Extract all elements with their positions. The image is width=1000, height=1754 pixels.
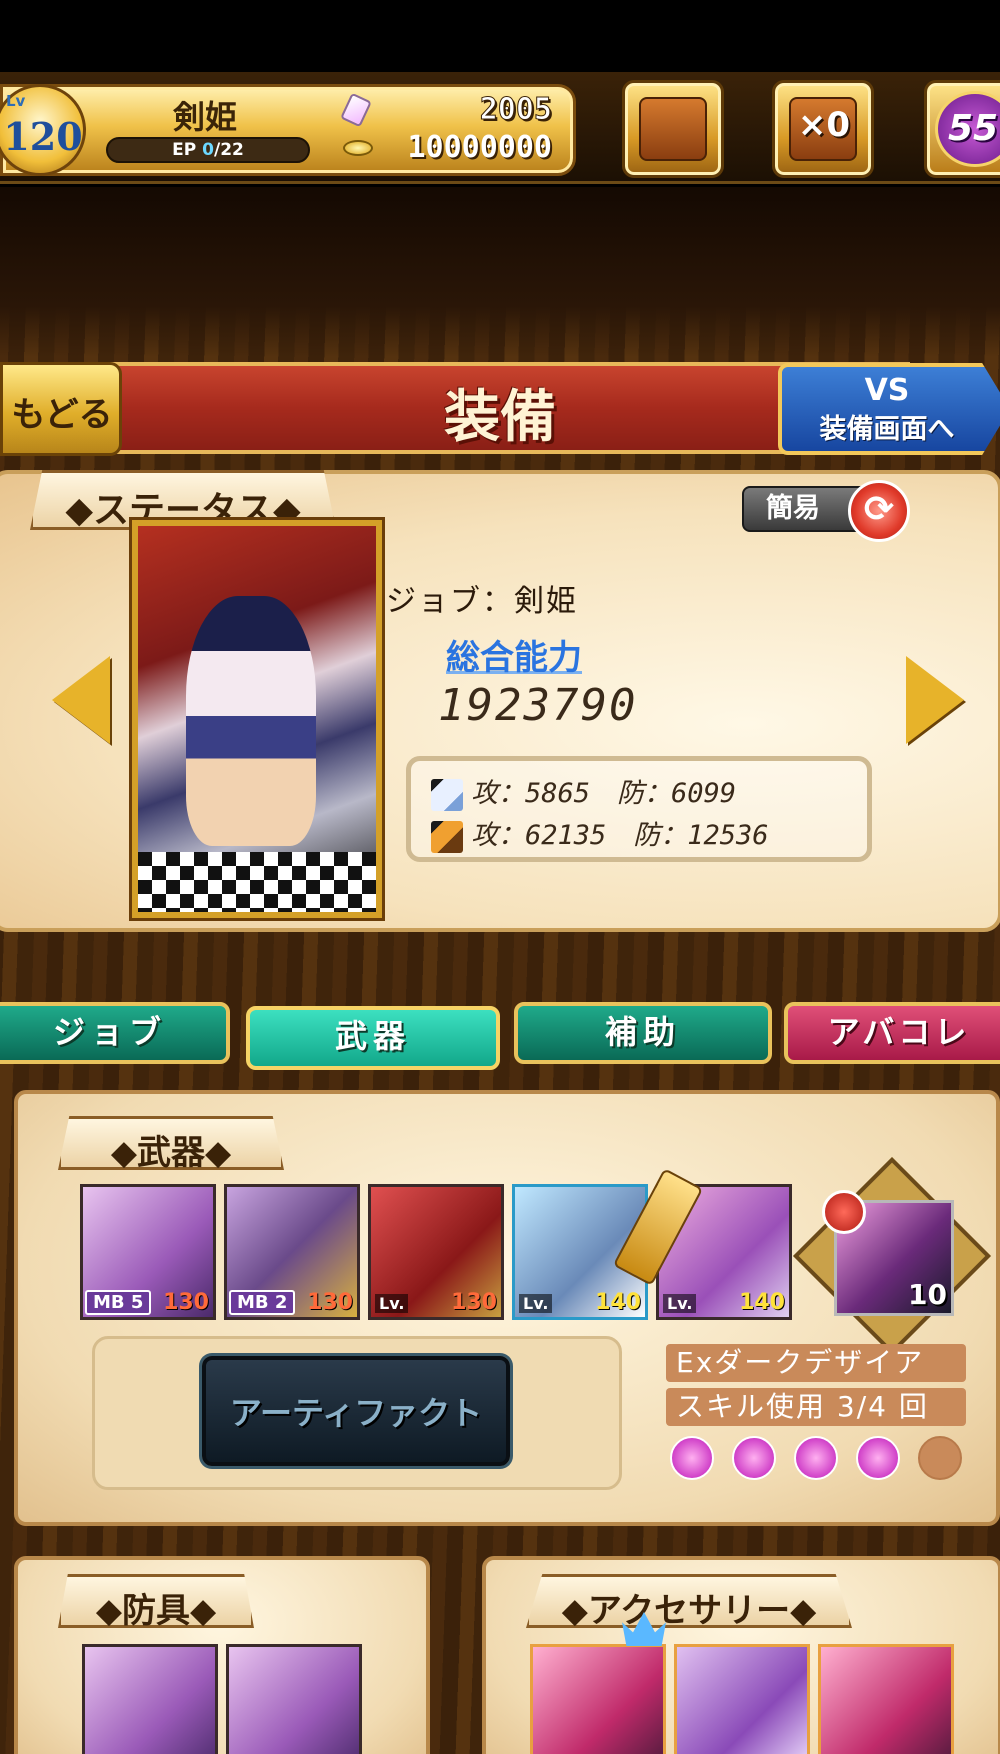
job-label: ジョブ：剣姫	[386, 584, 578, 619]
tab-weapon[interactable]: 武器	[246, 1006, 500, 1070]
mb-badge: MB 5	[85, 1290, 152, 1315]
coin-count: 10000000	[407, 130, 553, 165]
next-arrow-icon[interactable]	[906, 656, 964, 744]
weapon-level: 140	[595, 1290, 641, 1315]
level-value: 120	[3, 114, 83, 159]
friend-book-button[interactable]	[622, 80, 724, 178]
back-button-label: もどる	[11, 395, 113, 435]
special-weapon-count: 10	[908, 1278, 947, 1311]
magic-stats-row: 攻：62135 防：12536	[431, 813, 769, 853]
page-title: 装備	[444, 385, 556, 450]
armor-section-header: ◆防具◆	[58, 1574, 254, 1628]
gem-count: 2005	[479, 92, 552, 128]
accessory-section-header: ◆アクセサリー◆	[526, 1574, 852, 1628]
level-tag: Lv.	[375, 1294, 409, 1313]
character-figure	[186, 596, 316, 846]
character-portrait	[129, 517, 385, 921]
weapon-slot[interactable]: MB 5 130	[80, 1184, 216, 1320]
armor-slot[interactable]	[82, 1644, 218, 1754]
vs-button-label-1: VS	[864, 373, 910, 408]
player-name: 剣姫	[172, 98, 237, 136]
skill-orb-filled	[732, 1436, 776, 1480]
skill-name: Exダークデザイア	[666, 1344, 966, 1382]
physical-stats: 攻：5865 防：6099	[471, 778, 737, 809]
weapon-level: 130	[307, 1290, 353, 1315]
premium-button[interactable]: 55	[924, 80, 1000, 178]
weapon-slot[interactable]: Lv. 130	[368, 1184, 504, 1320]
vs-equipment-button[interactable]: VS 装備画面へ	[778, 363, 1000, 455]
element-badge-icon	[822, 1190, 866, 1234]
armor-section-label: ◆防具◆	[95, 1591, 217, 1631]
item-box-button[interactable]: ×0	[772, 80, 874, 178]
skill-orb-filled	[794, 1436, 838, 1480]
refresh-icon[interactable]: ⟳	[848, 480, 910, 542]
weapon-level: 140	[739, 1290, 785, 1315]
accessory-slot[interactable]	[674, 1644, 810, 1754]
vs-button-label-2: 装備画面へ	[819, 414, 955, 445]
stats-box: 攻：5865 防：6099 攻：62135 防：12536	[406, 756, 872, 862]
friend-book-icon	[639, 97, 707, 161]
total-power-label: 総合能力	[446, 638, 582, 678]
weapon-level: 130	[163, 1290, 209, 1315]
armor-slot[interactable]	[226, 1644, 362, 1754]
coin-icon	[343, 140, 373, 156]
weapon-section-label: ◆武器◆	[110, 1133, 232, 1173]
chest-count: ×0	[797, 105, 851, 145]
level-tag: Lv.	[663, 1294, 697, 1313]
previous-arrow-icon[interactable]	[52, 656, 110, 744]
ep-max: /22	[213, 140, 244, 160]
weapon-level: 130	[451, 1290, 497, 1315]
accessory-slot[interactable]	[818, 1644, 954, 1754]
tab-avatar-collection[interactable]: アバコレ	[784, 1002, 1000, 1064]
level-tag: Lv.	[519, 1294, 553, 1313]
mb-badge: MB 2	[229, 1290, 296, 1315]
sword-icon	[431, 778, 463, 811]
skill-orb-empty	[918, 1436, 962, 1480]
skill-orb-filled	[670, 1436, 714, 1480]
skill-usage: スキル使用 3/4 回	[666, 1388, 966, 1426]
total-power-value: 1923790	[438, 680, 638, 731]
staff-icon	[431, 820, 463, 853]
level-label: Lv	[6, 92, 26, 110]
ep-current: 0	[202, 140, 214, 160]
tab-job[interactable]: ジョブ	[0, 1002, 230, 1064]
artifact-button-label: アーティファクト	[229, 1394, 483, 1432]
wood-shadow	[0, 187, 1000, 357]
accessory-slot[interactable]	[530, 1644, 666, 1754]
accessory-section-label: ◆アクセサリー◆	[561, 1591, 817, 1631]
ep-prefix: EP	[172, 140, 203, 160]
weapon-section-header: ◆武器◆	[58, 1116, 284, 1170]
physical-stats-row: 攻：5865 防：6099	[431, 771, 736, 811]
checkered-floor	[138, 852, 376, 912]
magic-stats: 攻：62135 防：12536	[471, 820, 769, 851]
artifact-button[interactable]: アーティファクト	[202, 1356, 510, 1466]
ep-gauge: EP 0/22	[106, 137, 310, 163]
premium-count: 55	[935, 91, 1000, 167]
back-button[interactable]: もどる	[0, 362, 122, 456]
status-bar	[0, 0, 1000, 72]
tab-support[interactable]: 補助	[514, 1002, 772, 1064]
weapon-slot[interactable]: MB 2 130	[224, 1184, 360, 1320]
skill-orb-filled	[856, 1436, 900, 1480]
